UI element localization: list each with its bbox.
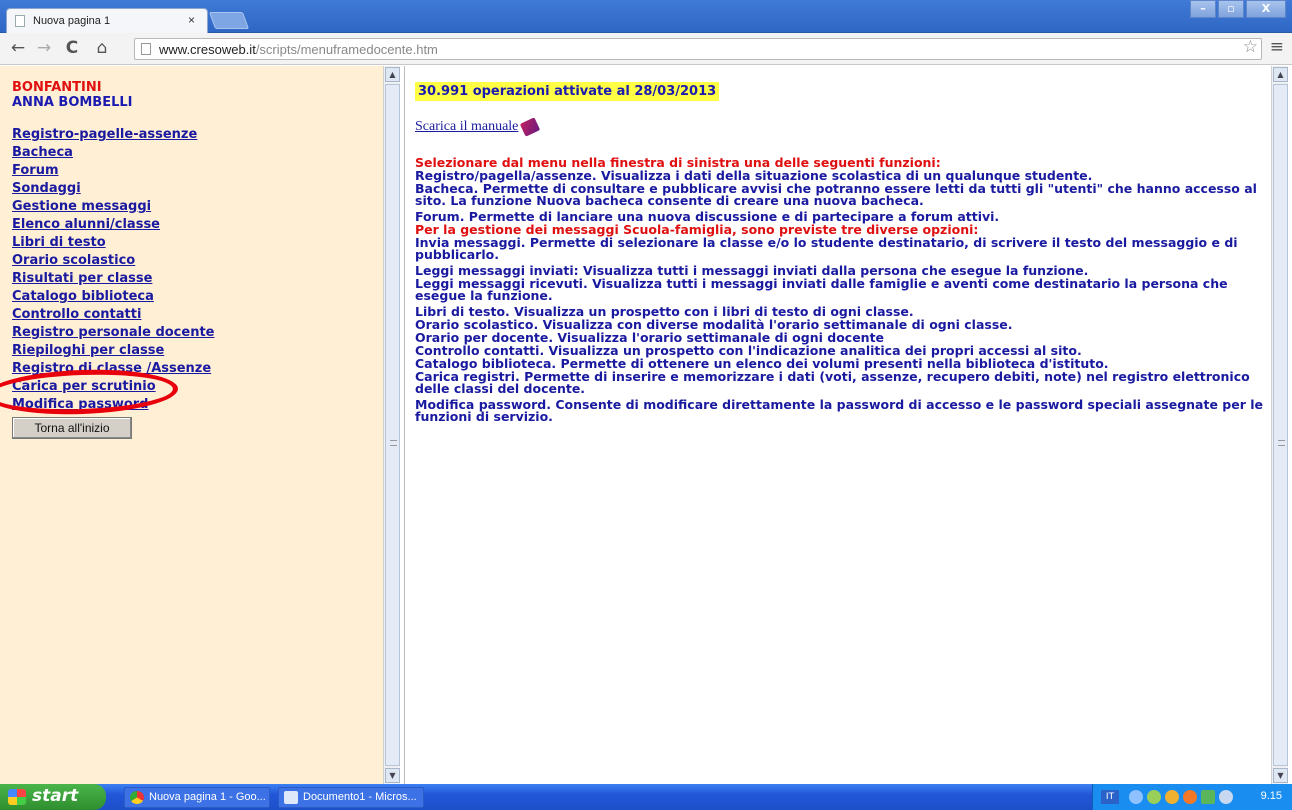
window-controls: – ▫ X — [1190, 0, 1286, 18]
start-label: start — [32, 786, 79, 806]
right-content: 30.991 operazioni attivate al 28/03/2013… — [405, 66, 1267, 423]
chrome-icon — [130, 791, 144, 804]
right-scrollbar[interactable]: ▲ ▼ — [1271, 66, 1288, 784]
operations-counter: 30.991 operazioni attivate al 28/03/2013 — [415, 82, 720, 101]
taskbar-item-chrome[interactable]: Nuova pagina 1 - Goo... — [124, 787, 270, 808]
desc-line: Bacheca. Permette di consultare e pubbli… — [415, 181, 1257, 208]
manual-link-row: Scarica il manuale — [415, 117, 1267, 137]
reload-icon[interactable]: C — [62, 38, 82, 58]
menu-controllo-contatti[interactable]: Controllo contatti — [12, 306, 400, 324]
menu-risultati-per-classe[interactable]: Risultati per classe — [12, 270, 400, 288]
scroll-up-icon[interactable]: ▲ — [385, 67, 400, 82]
desc-line: Carica registri. Permette di inserire e … — [415, 369, 1250, 396]
function-descriptions: Selezionare dal menu nella finestra di s… — [415, 156, 1267, 424]
windows-logo-icon — [8, 789, 26, 805]
taskbar-item-label: Documento1 - Micros... — [303, 791, 417, 803]
tray-monitor-icon[interactable] — [1201, 790, 1215, 804]
taskbar-item-word[interactable]: Documento1 - Micros... — [278, 787, 424, 808]
menu-registro-pagelle-assenze[interactable]: Registro-pagelle-assenze — [12, 126, 400, 144]
system-tray: IT 9.15 — [1092, 784, 1292, 810]
start-button[interactable]: start — [0, 784, 106, 810]
screen: Nuova pagina 1 × – ▫ X ← → C ⌂ www.creso… — [0, 0, 1292, 810]
menu-riepiloghi-per-classe[interactable]: Riepiloghi per classe — [12, 342, 400, 360]
language-indicator[interactable]: IT — [1101, 790, 1119, 804]
menu-icon[interactable]: ≡ — [1270, 37, 1284, 57]
url-text: www.cresoweb.it/scripts/menuframedocente… — [159, 42, 438, 57]
tab-nuova-pagina[interactable]: Nuova pagina 1 × — [6, 8, 208, 33]
book-icon[interactable] — [520, 117, 541, 137]
close-button[interactable]: X — [1246, 0, 1286, 18]
teacher-surname: BONFANTINI — [12, 80, 102, 95]
maximize-button[interactable]: ▫ — [1218, 0, 1244, 18]
clock: 9.15 — [1260, 790, 1282, 802]
taskbar-item-label: Nuova pagina 1 - Goo... — [149, 791, 266, 803]
tab-title: Nuova pagina 1 — [33, 15, 111, 27]
tab-strip: Nuova pagina 1 × – ▫ X — [0, 0, 1292, 33]
word-document-icon — [284, 791, 298, 804]
teacher-name: ANNA BOMBELLI — [12, 95, 133, 110]
url-path: /scripts/menuframedocente.htm — [255, 42, 438, 57]
network-icon[interactable] — [1129, 790, 1143, 804]
scroll-up-icon[interactable]: ▲ — [1273, 67, 1288, 82]
left-frame: BONFANTINI ANNA BOMBELLI Registro-pagell… — [0, 66, 400, 784]
address-bar[interactable]: www.cresoweb.it/scripts/menuframedocente… — [134, 38, 1262, 60]
forward-icon[interactable]: → — [34, 38, 54, 58]
menu-forum[interactable]: Forum — [12, 162, 400, 180]
minimize-button[interactable]: – — [1190, 0, 1216, 18]
url-host: www.cresoweb.it — [159, 42, 256, 57]
antivirus-icon[interactable] — [1183, 790, 1197, 804]
security-shield-icon[interactable] — [1165, 790, 1179, 804]
new-tab-button[interactable] — [208, 12, 250, 29]
scroll-down-icon[interactable]: ▼ — [1273, 768, 1288, 783]
menu-catalogo-biblioteca[interactable]: Catalogo biblioteca — [12, 288, 400, 306]
download-manual-link[interactable]: Scarica il manuale — [415, 119, 518, 134]
menu-libri-di-testo[interactable]: Libri di testo — [12, 234, 400, 252]
tab-close-icon[interactable]: × — [188, 13, 195, 27]
menu-orario-scolastico[interactable]: Orario scolastico — [12, 252, 400, 270]
menu-elenco-alunni[interactable]: Elenco alunni/classe — [12, 216, 400, 234]
torna-all-inizio-button[interactable]: Torna all'inizio — [12, 417, 132, 439]
home-icon[interactable]: ⌂ — [92, 38, 112, 58]
menu-sondaggi[interactable]: Sondaggi — [12, 180, 400, 198]
volume-icon[interactable] — [1219, 790, 1233, 804]
browser-toolbar: ← → C ⌂ www.cresoweb.it/scripts/menufram… — [0, 33, 1292, 65]
windows-taskbar: start Nuova pagina 1 - Goo... Documento1… — [0, 784, 1292, 810]
desc-line: Leggi messaggi ricevuti. Visualizza tutt… — [415, 276, 1228, 303]
left-scrollbar[interactable]: ▲ ▼ — [383, 66, 400, 784]
desc-line: Modifica password. Consente di modificar… — [415, 397, 1263, 424]
scroll-thumb[interactable] — [385, 84, 400, 766]
page-icon — [15, 15, 25, 27]
menu-registro-personale-docente[interactable]: Registro personale docente — [12, 324, 400, 342]
page-icon — [141, 43, 151, 55]
scroll-thumb[interactable] — [1273, 84, 1288, 766]
bookmark-star-icon[interactable]: ☆ — [1243, 37, 1258, 57]
right-frame: 30.991 operazioni attivate al 28/03/2013… — [404, 66, 1292, 784]
tray-app-icon[interactable] — [1147, 790, 1161, 804]
scroll-down-icon[interactable]: ▼ — [385, 768, 400, 783]
desc-line: Invia messaggi. Permette di selezionare … — [415, 235, 1238, 262]
menu-gestione-messaggi[interactable]: Gestione messaggi — [12, 198, 400, 216]
back-icon[interactable]: ← — [8, 38, 28, 58]
menu-bacheca[interactable]: Bacheca — [12, 144, 400, 162]
